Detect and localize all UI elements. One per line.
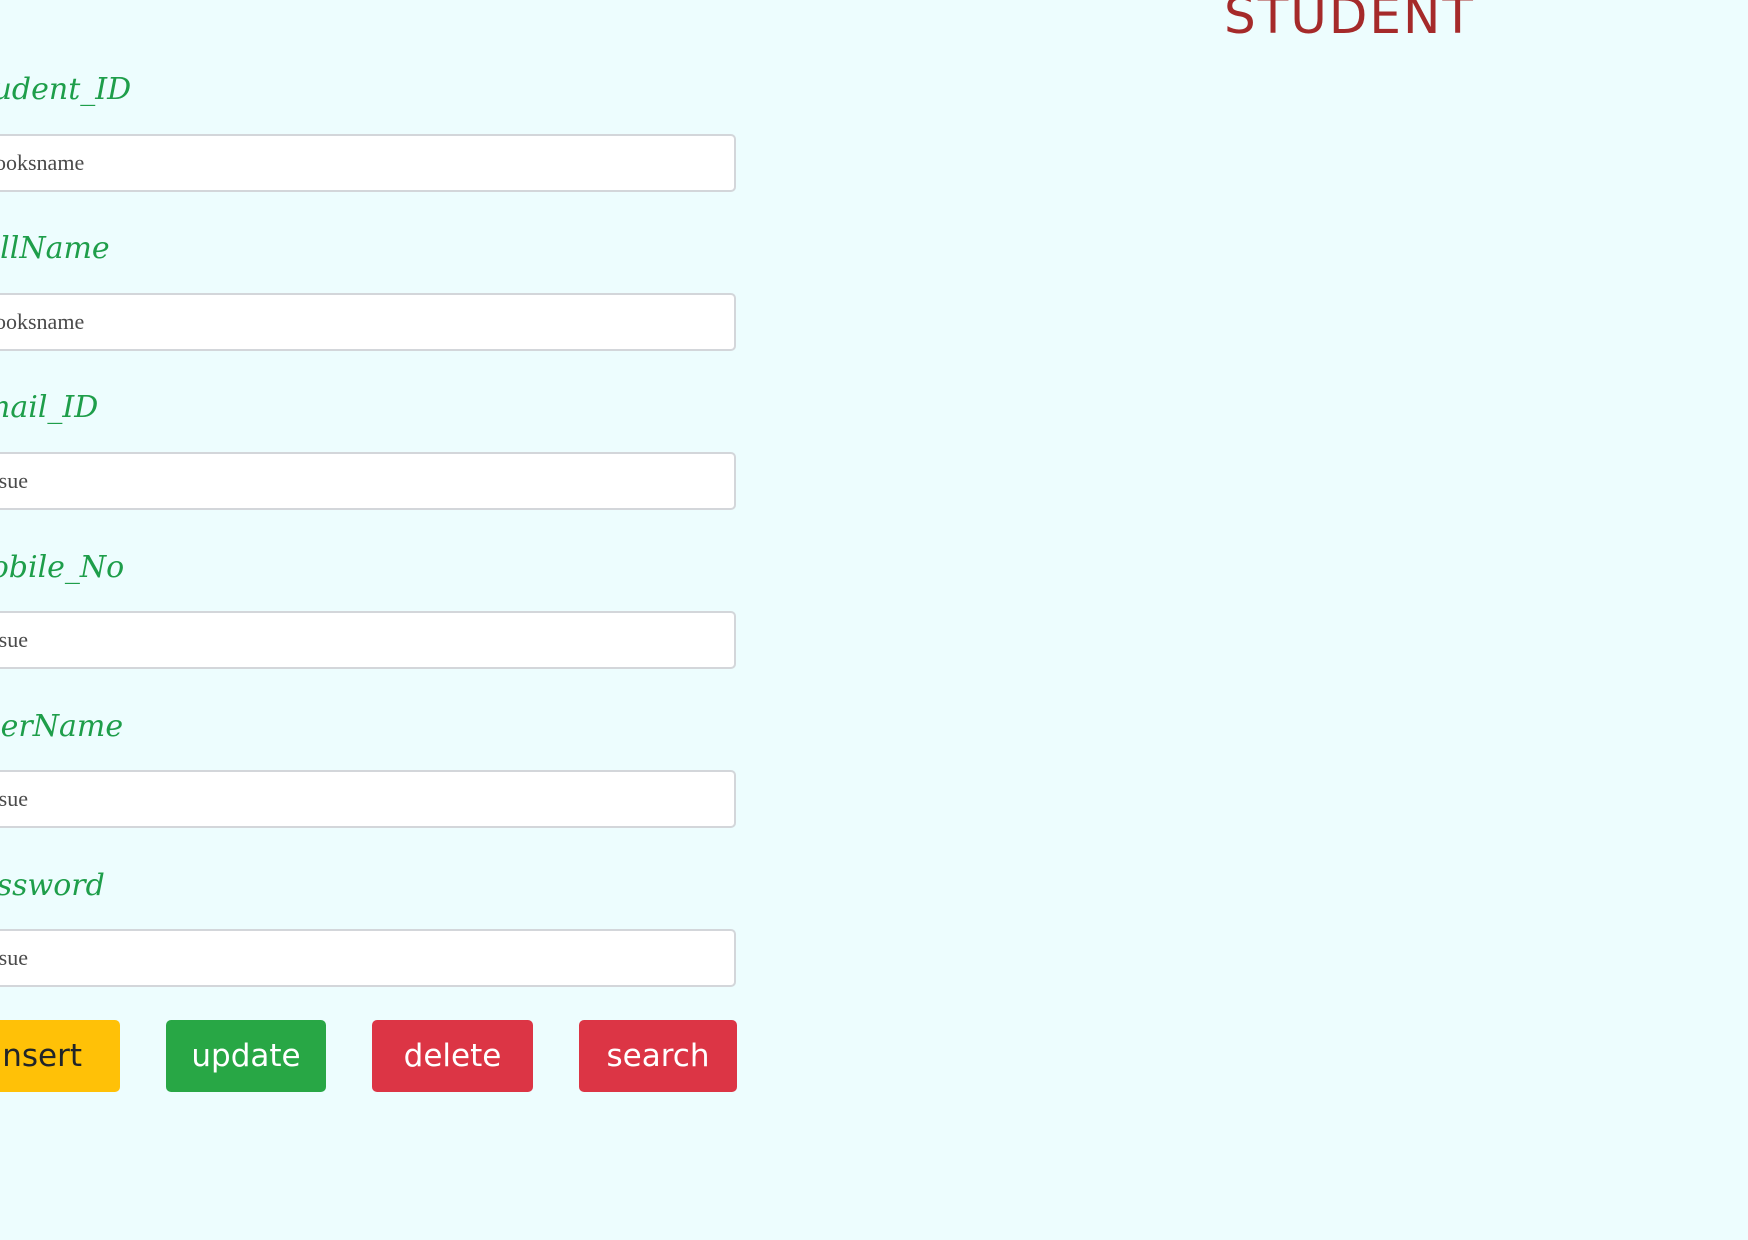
delete-button[interactable]: delete — [372, 1020, 533, 1092]
password-input[interactable] — [0, 929, 736, 987]
update-button[interactable]: update — [166, 1020, 326, 1092]
page-title: STUDENT — [1224, 0, 1475, 45]
username-label: UserName — [0, 709, 124, 744]
fullname-label: FullName — [0, 231, 110, 266]
password-label: Password — [0, 868, 105, 903]
username-input[interactable] — [0, 770, 736, 828]
email-id-input[interactable] — [0, 452, 736, 510]
insert-button[interactable]: insert — [0, 1020, 120, 1092]
search-button[interactable]: search — [579, 1020, 737, 1092]
mobile-no-label: Mobile_No — [0, 550, 125, 585]
student-id-label: Student_ID — [0, 72, 132, 107]
mobile-no-input[interactable] — [0, 611, 736, 669]
email-id-label: Email_ID — [0, 390, 99, 425]
fullname-input[interactable] — [0, 293, 736, 351]
student-id-input[interactable] — [0, 134, 736, 192]
student-form: Student_ID FullName Email_ID Mobile_No U… — [0, 0, 738, 1240]
